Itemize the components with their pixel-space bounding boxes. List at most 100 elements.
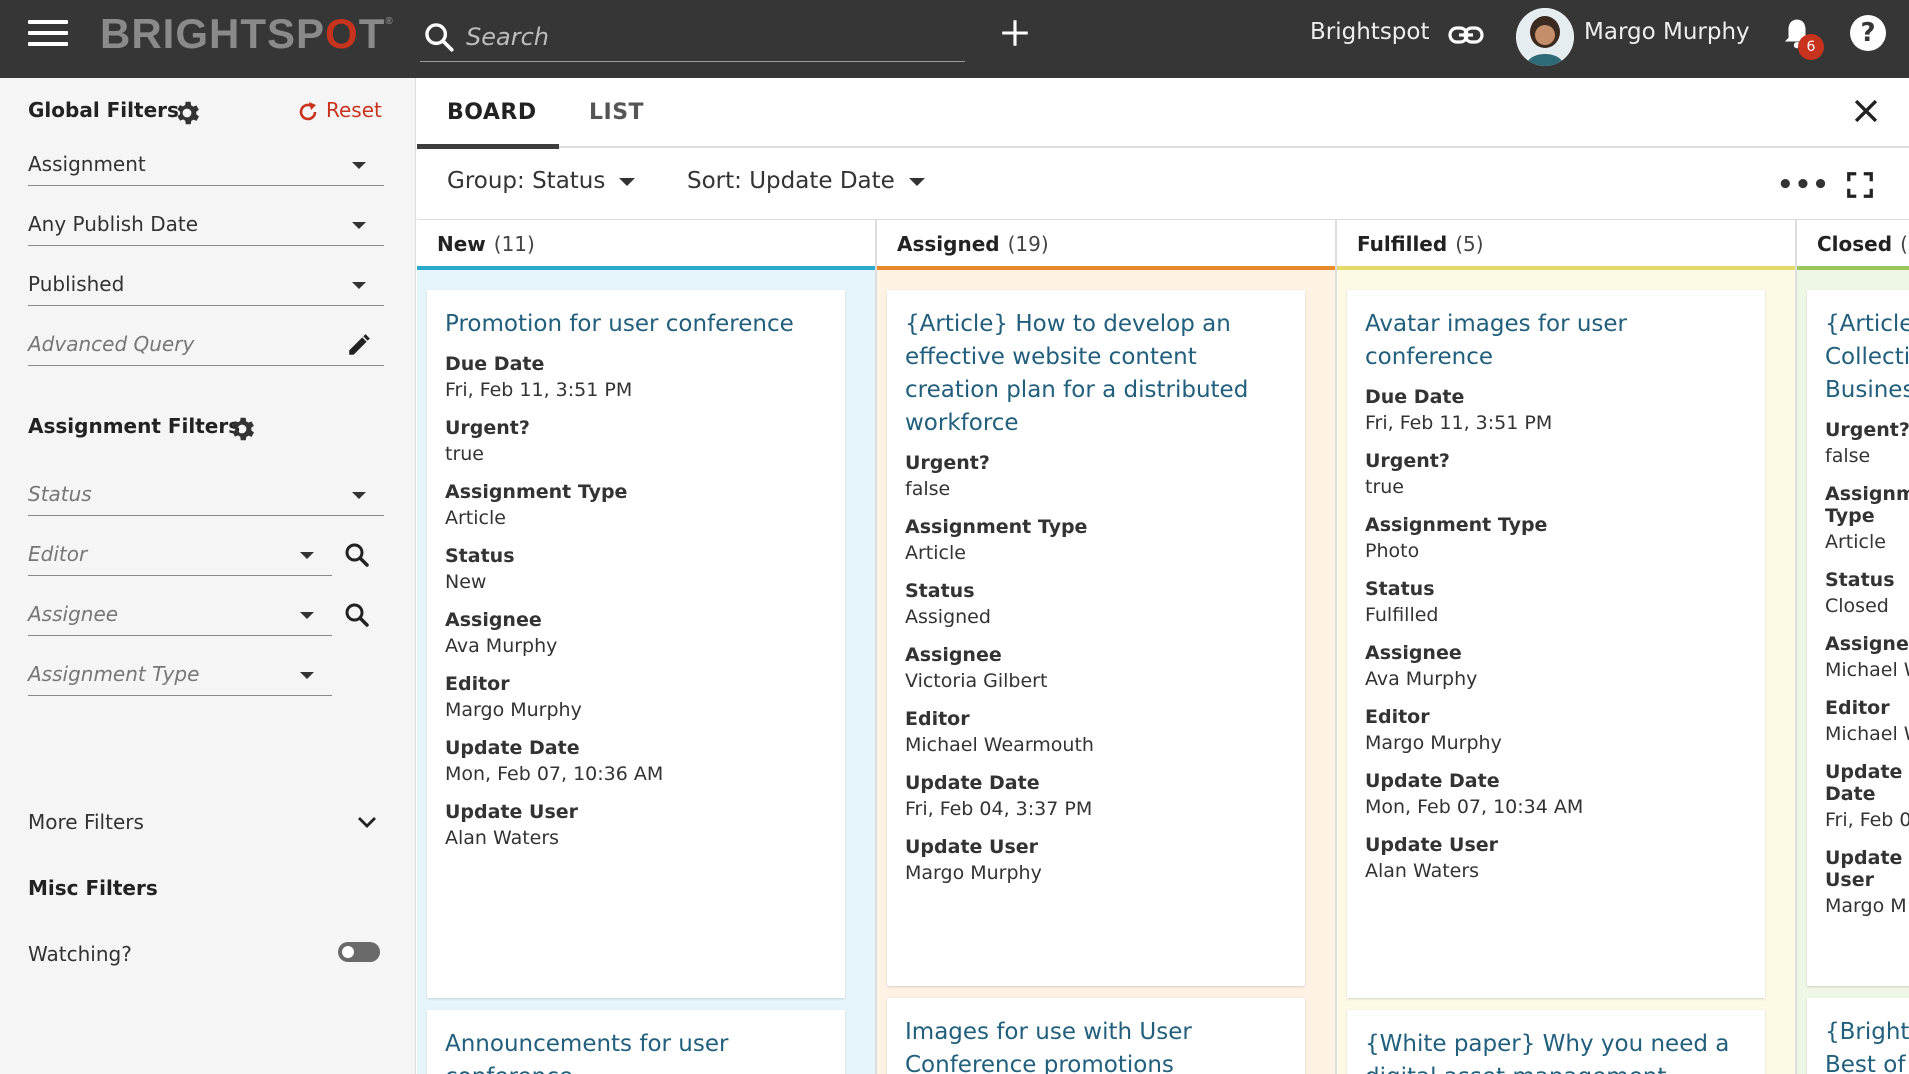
close-icon[interactable] bbox=[1849, 94, 1883, 128]
link-icon[interactable] bbox=[1448, 20, 1484, 50]
field-value: true bbox=[445, 443, 484, 465]
top-bar: BRIGHTSPOT® Brightspot Margo Murphy 6 ? bbox=[0, 0, 1909, 78]
field-value: Fri, Feb 11, 3:51 PM bbox=[445, 379, 633, 401]
field-label: Urgent? bbox=[1365, 450, 1450, 472]
card-title[interactable]: Promotion for user conference bbox=[445, 308, 827, 341]
field-label: Update User bbox=[1825, 847, 1903, 891]
site-selector[interactable]: Brightspot bbox=[1310, 19, 1430, 45]
reset-button[interactable]: Reset bbox=[296, 98, 382, 124]
column-count: (1 bbox=[1900, 232, 1909, 256]
watching-toggle[interactable] bbox=[338, 942, 380, 962]
assignment-card[interactable]: {Article} Collection Business Urgent? fal… bbox=[1807, 290, 1909, 986]
search-bar[interactable] bbox=[420, 12, 965, 62]
assignment-type-dropdown[interactable]: Assignment Type bbox=[28, 652, 332, 696]
field-label: Editor bbox=[905, 708, 970, 730]
assignment-card[interactable]: Avatar images for user conference Due Da… bbox=[1347, 290, 1765, 998]
caret-down-icon bbox=[619, 177, 636, 186]
assignment-dropdown-label: Assignment bbox=[28, 152, 146, 176]
pencil-icon[interactable] bbox=[346, 332, 372, 358]
published-dropdown-label: Published bbox=[28, 272, 125, 296]
field-value: Margo Murphy bbox=[1365, 732, 1502, 754]
field-label: Update User bbox=[905, 836, 1039, 858]
assignment-card[interactable]: Announcements for user conference bbox=[427, 1010, 845, 1074]
card-title[interactable]: Announcements for user conference bbox=[445, 1028, 827, 1074]
watching-label: Watching? bbox=[28, 942, 132, 966]
avatar[interactable] bbox=[1516, 8, 1574, 66]
field-label: Editor bbox=[445, 673, 510, 695]
assignment-card[interactable]: {Brights Best of bbox=[1807, 998, 1909, 1074]
card-title[interactable]: {Brights Best of bbox=[1825, 1016, 1909, 1074]
chevron-down-icon[interactable] bbox=[356, 814, 378, 830]
group-by-label: Group: Status bbox=[447, 168, 606, 194]
card-title[interactable]: {Article} Collection Business bbox=[1825, 308, 1909, 407]
column-count: (11) bbox=[493, 232, 535, 256]
field-value: Michael Wearmouth bbox=[905, 734, 1094, 756]
field-label: Status bbox=[1825, 569, 1895, 591]
more-filters-toggle[interactable]: More Filters bbox=[28, 810, 144, 834]
field-label: Assignment Type bbox=[905, 516, 1088, 538]
field-value: Closed bbox=[1825, 595, 1889, 617]
field-label: Assignee bbox=[1365, 642, 1462, 664]
field-value: Article bbox=[445, 507, 506, 529]
field-label: Status bbox=[445, 545, 515, 567]
field-label: Assignment Type bbox=[445, 481, 628, 503]
editor-dropdown[interactable]: Editor bbox=[28, 532, 332, 576]
column-header: Fulfilled (5) bbox=[1337, 220, 1795, 270]
tab-list[interactable]: LIST bbox=[589, 100, 644, 125]
column-header: Assigned (19) bbox=[877, 220, 1335, 270]
search-icon[interactable] bbox=[342, 540, 372, 570]
assignment-card[interactable]: {White paper} Why you need a digital ass… bbox=[1347, 1010, 1765, 1074]
column-name: New bbox=[437, 232, 486, 256]
editor-dropdown-label: Editor bbox=[28, 542, 88, 566]
search-input[interactable] bbox=[464, 20, 944, 54]
sort-label: Sort: Update Date bbox=[687, 168, 895, 194]
field-label: Editor bbox=[1825, 697, 1890, 719]
brightspot-logo[interactable]: BRIGHTSPOT® bbox=[100, 10, 394, 58]
help-icon[interactable]: ? bbox=[1850, 15, 1886, 51]
caret-down-icon bbox=[352, 492, 366, 499]
filter-sidebar: Global Filters Reset Assignment Any Publ… bbox=[0, 78, 416, 1074]
field-value: Fri, Feb 11, 3:51 PM bbox=[1365, 412, 1553, 434]
more-options-icon[interactable]: ••• bbox=[1777, 170, 1830, 200]
field-label: Update User bbox=[445, 801, 579, 823]
caret-down-icon bbox=[352, 282, 366, 289]
card-title[interactable]: Images for use with User Conference prom… bbox=[905, 1016, 1287, 1074]
board-column-closed: Closed (1 {Article} Collection Business U… bbox=[1797, 220, 1909, 1074]
tab-board[interactable]: BOARD bbox=[447, 100, 537, 125]
sort-dropdown[interactable]: Sort: Update Date bbox=[687, 168, 925, 194]
publish-date-dropdown[interactable]: Any Publish Date bbox=[28, 202, 384, 246]
field-value: Margo M bbox=[1825, 895, 1907, 917]
field-value: true bbox=[1365, 476, 1404, 498]
field-value: Ava Murphy bbox=[1365, 668, 1478, 690]
user-name[interactable]: Margo Murphy bbox=[1584, 19, 1750, 45]
board-column-assigned: Assigned (19) {Article} How to develop an… bbox=[877, 220, 1337, 1074]
assignee-dropdown[interactable]: Assignee bbox=[28, 592, 332, 636]
published-dropdown[interactable]: Published bbox=[28, 262, 384, 306]
column-name: Closed bbox=[1817, 232, 1893, 256]
column-name: Assigned bbox=[897, 232, 1000, 256]
caret-down-icon bbox=[300, 612, 314, 619]
assignment-card[interactable]: {Article} How to develop an effective we… bbox=[887, 290, 1305, 986]
field-label: Urgent? bbox=[445, 417, 530, 439]
caret-down-icon bbox=[908, 177, 925, 186]
column-count: (5) bbox=[1455, 232, 1484, 256]
view-tabs: BOARD LIST bbox=[417, 78, 1909, 149]
card-title[interactable]: {Article} How to develop an effective we… bbox=[905, 308, 1287, 440]
card-title[interactable]: Avatar images for user conference bbox=[1365, 308, 1747, 374]
assignment-card[interactable]: Promotion for user conference Due Date Fr… bbox=[427, 290, 845, 998]
assignment-dropdown[interactable]: Assignment bbox=[28, 142, 384, 186]
field-value: Mon, Feb 07, 10:34 AM bbox=[1365, 796, 1584, 818]
assignment-card[interactable]: Images for use with User Conference prom… bbox=[887, 998, 1305, 1074]
caret-down-icon bbox=[300, 552, 314, 559]
group-by-dropdown[interactable]: Group: Status bbox=[447, 168, 636, 194]
gear-icon[interactable] bbox=[227, 414, 257, 444]
gear-icon[interactable] bbox=[172, 98, 202, 128]
fullscreen-icon[interactable] bbox=[1845, 170, 1875, 200]
advanced-query-field[interactable]: Advanced Query bbox=[28, 322, 384, 366]
misc-filters-title: Misc Filters bbox=[28, 876, 158, 900]
card-title[interactable]: {White paper} Why you need a digital ass… bbox=[1365, 1028, 1747, 1074]
add-icon[interactable] bbox=[998, 16, 1032, 50]
menu-icon[interactable] bbox=[28, 20, 68, 54]
status-dropdown[interactable]: Status bbox=[28, 472, 384, 516]
search-icon[interactable] bbox=[342, 600, 372, 630]
